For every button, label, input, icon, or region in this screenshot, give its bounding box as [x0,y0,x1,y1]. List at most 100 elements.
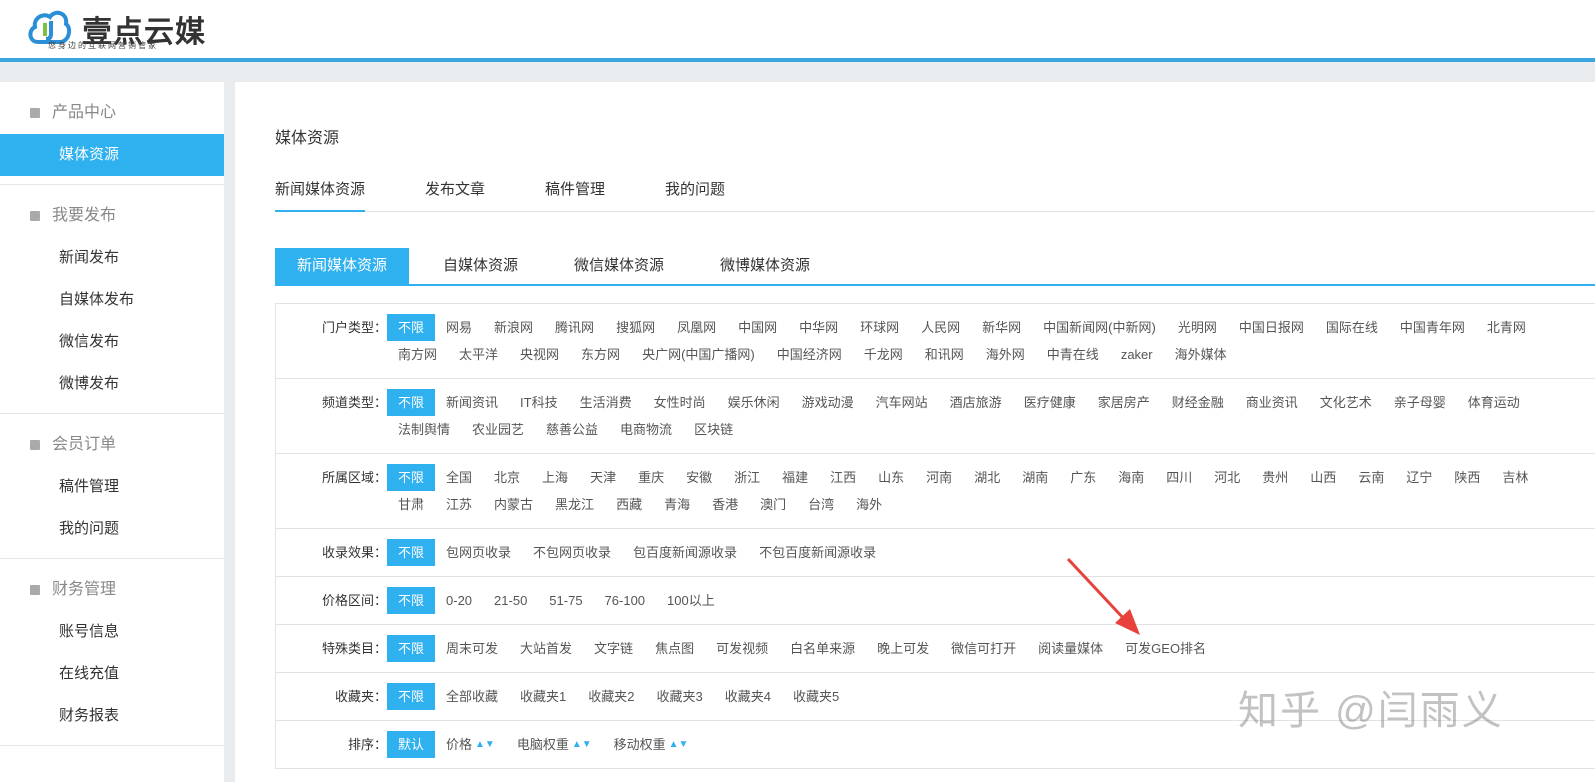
filter-option[interactable]: 不限 [387,635,436,662]
filter-option[interactable]: 全部收藏 [435,683,509,710]
filter-option[interactable]: 76-100 [594,587,656,614]
filter-option[interactable]: 西藏 [605,491,653,518]
filter-option[interactable]: 北青网 [1476,314,1537,341]
filter-option[interactable]: 不限 [387,683,436,710]
filter-option[interactable]: 晚上可发 [866,635,940,662]
filter-option[interactable]: 可发视频 [705,635,779,662]
filter-option[interactable]: 中青在线 [1036,341,1110,368]
sidebar-group-title[interactable]: 产品中心 [0,92,224,134]
filter-option[interactable]: 酒店旅游 [939,389,1013,416]
sidebar-item[interactable]: 账号信息 [0,611,224,653]
filter-option[interactable]: 贵州 [1251,464,1299,491]
sidebar-item[interactable]: 在线充值 [0,653,224,695]
filter-option[interactable]: 法制舆情 [387,416,461,443]
filter-option[interactable]: 四川 [1155,464,1203,491]
filter-option[interactable]: 天津 [579,464,627,491]
filter-option[interactable]: 不限 [387,539,436,566]
filter-option[interactable]: 腾讯网 [544,314,605,341]
sidebar-group-title[interactable]: 财务管理 [0,569,224,611]
filter-option[interactable]: 51-75 [538,587,593,614]
sidebar-item[interactable]: 我的问题 [0,508,224,550]
filter-option[interactable]: 21-50 [483,587,538,614]
filter-option[interactable]: 焦点图 [644,635,705,662]
sidebar-item[interactable]: 媒体资源 [0,134,224,176]
sort-arrows-icon[interactable]: ▲▼ [572,739,592,749]
filter-option[interactable]: 收藏夹5 [782,683,850,710]
filter-option[interactable]: 内蒙古 [483,491,544,518]
filter-option[interactable]: 100以上 [656,587,726,614]
filter-option[interactable]: 收藏夹1 [509,683,577,710]
filter-option[interactable]: 太平洋 [448,341,509,368]
filter-option[interactable]: 不限 [387,314,436,341]
tab[interactable]: 稿件管理 [545,178,605,212]
filter-option[interactable]: 上海 [531,464,579,491]
sidebar-group-title[interactable]: 我要发布 [0,195,224,237]
filter-option[interactable]: 千龙网 [853,341,914,368]
filter-option[interactable]: 不限 [387,464,436,491]
filter-option[interactable]: 女性时尚 [643,389,717,416]
filter-option[interactable]: 收藏夹2 [577,683,645,710]
filter-option[interactable]: 移动权重 ▲▼ [603,731,700,758]
filter-option[interactable]: 云南 [1347,464,1395,491]
filter-option[interactable]: 黑龙江 [544,491,605,518]
filter-option[interactable]: 中国经济网 [766,341,853,368]
filter-option[interactable]: 海外 [845,491,893,518]
filter-option[interactable]: 文化艺术 [1309,389,1383,416]
tab[interactable]: 我的问题 [665,178,725,212]
filter-option[interactable]: 人民网 [910,314,971,341]
filter-option[interactable]: 陕西 [1443,464,1491,491]
filter-option[interactable]: 中国网 [727,314,788,341]
filter-option[interactable]: 和讯网 [914,341,975,368]
sidebar-item[interactable]: 财务报表 [0,695,224,737]
filter-option[interactable]: 台湾 [797,491,845,518]
filter-option[interactable]: zaker [1110,341,1164,368]
filter-option[interactable]: 新浪网 [483,314,544,341]
filter-option[interactable]: 香港 [701,491,749,518]
filter-option[interactable]: 家居房产 [1087,389,1161,416]
filter-option[interactable]: 不限 [387,389,436,416]
resource-tab[interactable]: 自媒体资源 [421,248,540,284]
filter-option[interactable]: 亲子母婴 [1383,389,1457,416]
filter-option[interactable]: 全国 [435,464,483,491]
resource-tab[interactable]: 微博媒体资源 [698,248,832,284]
filter-option[interactable]: 体育运动 [1457,389,1531,416]
filter-option[interactable]: 山西 [1299,464,1347,491]
filter-option[interactable]: 区块链 [683,416,744,443]
filter-option[interactable]: 收藏夹4 [714,683,782,710]
filter-option[interactable]: 财经金融 [1161,389,1235,416]
filter-option[interactable]: 山东 [867,464,915,491]
sort-arrows-icon[interactable]: ▲▼ [669,739,689,749]
filter-option[interactable]: 广东 [1059,464,1107,491]
filter-option[interactable]: 新华网 [971,314,1032,341]
filter-option[interactable]: 湖南 [1011,464,1059,491]
filter-option[interactable]: 新闻资讯 [435,389,509,416]
filter-option[interactable]: 白名单来源 [779,635,866,662]
filter-option[interactable]: 湖北 [963,464,1011,491]
filter-option[interactable]: 江苏 [435,491,483,518]
sidebar-item[interactable]: 自媒体发布 [0,279,224,321]
filter-option[interactable]: 环球网 [849,314,910,341]
filter-option[interactable]: 中国青年网 [1389,314,1476,341]
filter-option[interactable]: 包网页收录 [435,539,522,566]
filter-option[interactable]: 大站首发 [509,635,583,662]
filter-option[interactable]: 中华网 [788,314,849,341]
filter-option[interactable]: 慈善公益 [535,416,609,443]
filter-option[interactable]: 价格 ▲▼ [435,731,506,758]
filter-option[interactable]: 包百度新闻源收录 [622,539,748,566]
filter-option[interactable]: 江西 [819,464,867,491]
filter-option[interactable]: 东方网 [570,341,631,368]
filter-option[interactable]: 重庆 [627,464,675,491]
filter-option[interactable]: 娱乐休闲 [717,389,791,416]
filter-option[interactable]: 周末可发 [435,635,509,662]
resource-tab[interactable]: 新闻媒体资源 [275,248,410,284]
filter-option[interactable]: 不包网页收录 [522,539,622,566]
filter-option[interactable]: IT科技 [509,389,569,416]
filter-option[interactable]: 海外媒体 [1164,341,1238,368]
filter-option[interactable]: 收藏夹3 [646,683,714,710]
filter-option[interactable]: 安徽 [675,464,723,491]
filter-option[interactable]: 微信可打开 [940,635,1027,662]
filter-option[interactable]: 河南 [915,464,963,491]
filter-option[interactable]: 电脑权重 ▲▼ [506,731,603,758]
filter-option[interactable]: 南方网 [387,341,448,368]
filter-option[interactable]: 不限 [387,587,436,614]
